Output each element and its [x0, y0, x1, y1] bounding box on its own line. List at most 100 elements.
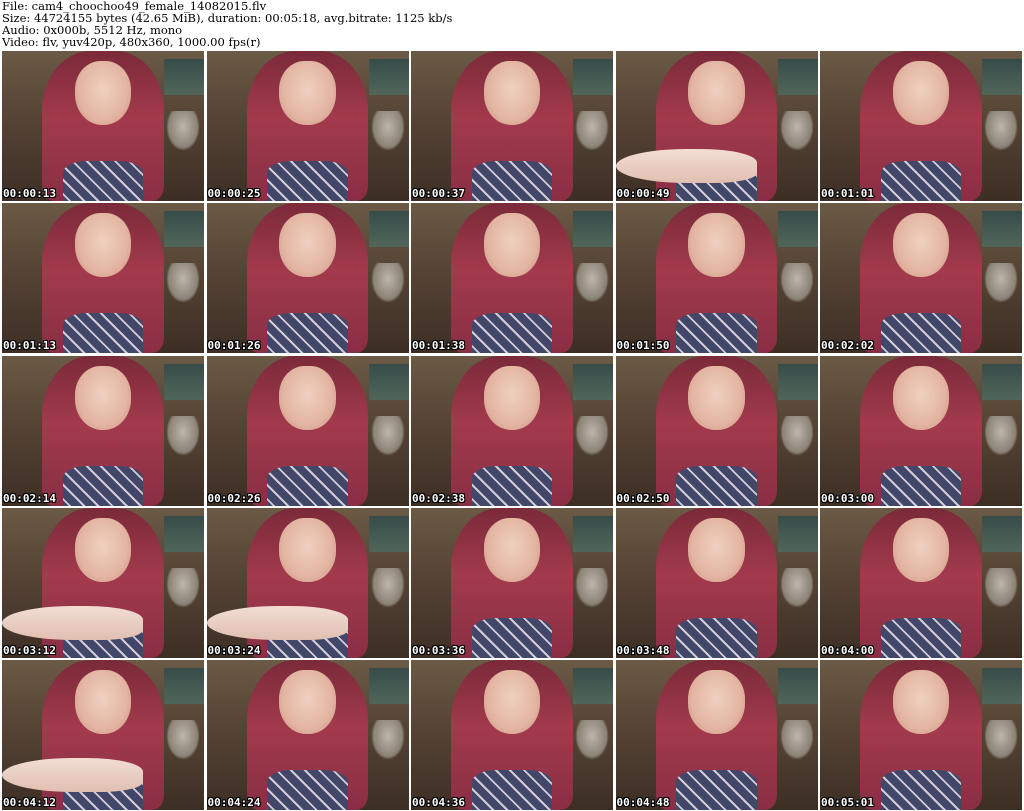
subject-top: [880, 465, 962, 506]
subject-face: [279, 365, 336, 430]
subject-face: [892, 61, 950, 125]
file-info-header: File: cam4_choochoo49_female_14082015.fl…: [2, 0, 1022, 50]
thumbnail-timestamp: 00:00:13: [3, 187, 56, 200]
subject-top: [62, 465, 144, 506]
wall-poster: [777, 211, 818, 248]
background-shelf: [575, 111, 609, 151]
wall-poster: [573, 363, 613, 400]
subject-top: [267, 313, 348, 354]
thumbnail-timestamp: 00:00:25: [207, 187, 261, 200]
video-thumbnail: 00:03:24: [206, 507, 409, 658]
thumbnail-timestamp: 00:03:36: [412, 643, 465, 657]
subject-top: [880, 313, 962, 354]
subject-face: [74, 365, 132, 430]
thumbnail-grid: 00:00:13 00:00:25 00:00:37 00:00:49 00:01:01…: [2, 51, 1022, 810]
subject-face: [892, 517, 950, 582]
background-shelf: [166, 111, 200, 151]
background-shelf: [779, 263, 814, 304]
subject-top: [880, 161, 962, 201]
video-thumbnail: 00:00:49: [615, 51, 818, 201]
background-shelf: [370, 720, 405, 760]
thumbnail-timestamp: 00:03:00: [821, 491, 874, 505]
background-shelf: [166, 415, 200, 456]
subject-top: [62, 313, 144, 354]
wall-poster: [982, 59, 1022, 95]
video-thumbnail: 00:02:50: [615, 355, 818, 506]
background-shelf: [370, 263, 405, 304]
video-thumbnail: 00:03:36: [411, 507, 613, 658]
video-thumbnail: 00:01:13: [2, 203, 204, 354]
background-shelf: [984, 415, 1018, 456]
wall-poster: [164, 59, 204, 95]
subject-top: [471, 617, 553, 658]
wall-poster: [982, 515, 1022, 552]
subject-face: [688, 670, 745, 734]
subject-top: [267, 770, 348, 810]
subject-face: [483, 213, 541, 278]
wall-poster: [368, 668, 409, 704]
subject-top: [676, 313, 757, 354]
background-shelf: [779, 567, 814, 608]
wall-poster: [777, 59, 818, 95]
subject-face: [74, 213, 132, 278]
background-shelf: [575, 720, 609, 760]
subject-top: [471, 313, 553, 354]
wall-poster: [573, 668, 613, 704]
wall-poster: [573, 515, 613, 552]
video-thumbnail: 00:05:01: [820, 660, 1022, 810]
subject-top: [471, 465, 553, 506]
subject-face: [892, 365, 950, 430]
wall-poster: [368, 363, 409, 400]
subject-face: [279, 517, 336, 582]
subject-face: [74, 61, 132, 125]
subject-top: [880, 617, 962, 658]
subject-face: [892, 670, 950, 734]
subject-face: [483, 670, 541, 734]
subject-top: [62, 161, 144, 201]
video-thumbnail: 00:02:14: [2, 355, 204, 506]
video-thumbnail: 00:01:01: [820, 51, 1022, 201]
wall-poster: [164, 668, 204, 704]
video-thumbnail: 00:02:38: [411, 355, 613, 506]
thumbnail-timestamp: 00:02:26: [207, 491, 261, 505]
thumbnail-timestamp: 00:04:24: [207, 796, 261, 809]
background-shelf: [370, 567, 405, 608]
thumbnail-timestamp: 00:00:37: [412, 187, 465, 200]
thumbnail-timestamp: 00:01:01: [821, 187, 874, 200]
wall-poster: [164, 515, 204, 552]
subject-face: [688, 365, 745, 430]
video-thumbnail: 00:02:26: [206, 355, 409, 506]
video-thumbnail: 00:04:48: [615, 660, 818, 810]
background-shelf: [575, 415, 609, 456]
subject-top: [267, 161, 348, 201]
video-thumbnail: 00:03:48: [615, 507, 818, 658]
video-info-line: Video: flv, yuv420p, 480x360, 1000.00 fp…: [2, 35, 261, 49]
subject-top: [880, 770, 962, 810]
thumbnail-timestamp: 00:03:48: [616, 643, 670, 657]
thumbnail-timestamp: 00:02:50: [616, 491, 670, 505]
wall-poster: [368, 211, 409, 248]
thumbnail-timestamp: 00:04:36: [412, 796, 465, 809]
thumbnail-timestamp: 00:03:12: [3, 643, 56, 657]
subject-top: [676, 465, 757, 506]
thumbnail-timestamp: 00:02:02: [821, 339, 874, 353]
wall-poster: [368, 515, 409, 552]
subject-hand: [2, 605, 144, 640]
subject-hand: [206, 605, 348, 640]
background-shelf: [984, 720, 1018, 760]
subject-face: [483, 61, 541, 125]
subject-face: [279, 670, 336, 734]
subject-face: [279, 213, 336, 278]
wall-poster: [573, 211, 613, 248]
wall-poster: [777, 668, 818, 704]
wall-poster: [573, 59, 613, 95]
video-thumbnail: 00:04:24: [206, 660, 409, 810]
subject-face: [483, 365, 541, 430]
subject-face: [74, 517, 132, 582]
subject-top: [676, 617, 757, 658]
background-shelf: [779, 720, 814, 760]
background-shelf: [166, 567, 200, 608]
thumbnail-timestamp: 00:04:12: [3, 796, 56, 809]
wall-poster: [982, 668, 1022, 704]
subject-face: [279, 61, 336, 125]
